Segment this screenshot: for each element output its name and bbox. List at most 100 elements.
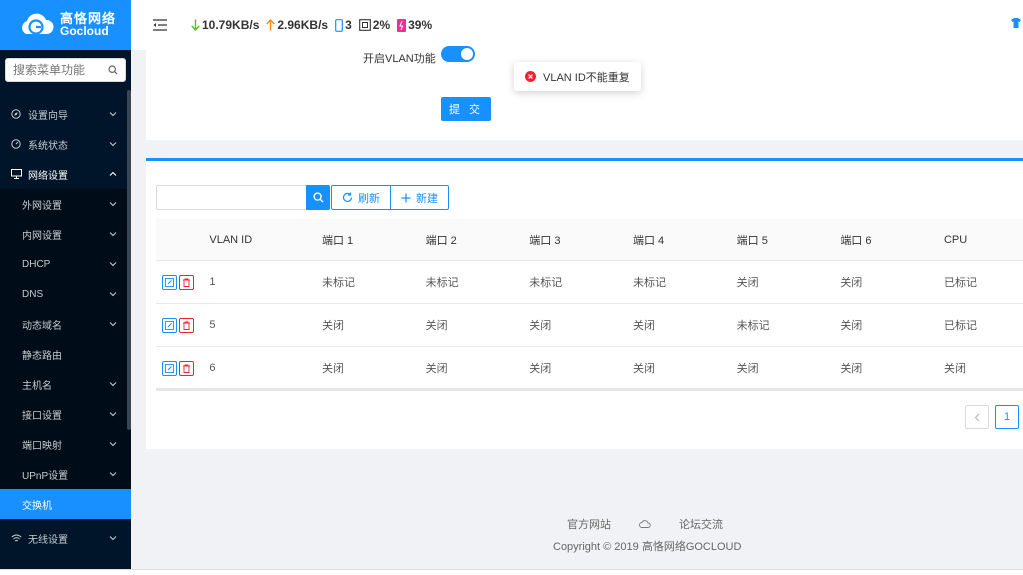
- chevron-down-icon: [109, 382, 117, 387]
- chevron-up-icon: [109, 171, 117, 176]
- forum-link[interactable]: 论坛交流: [679, 516, 723, 532]
- sidebar-item-system-status[interactable]: 系统状态: [0, 129, 131, 159]
- prev-page-button[interactable]: [965, 405, 989, 429]
- sidebar-item-label: 系统状态: [28, 140, 68, 152]
- sidebar-item-ddns[interactable]: 动态域名: [0, 309, 131, 339]
- cell-vlan-id: 5: [209, 319, 216, 331]
- vlan-switch-label: 开启VLAN功能: [363, 53, 436, 65]
- sidebar-item-hostname[interactable]: 主机名: [0, 369, 131, 399]
- menu-search-input[interactable]: [13, 63, 108, 77]
- search-icon[interactable]: [108, 65, 118, 75]
- header-cpu: CPU: [943, 233, 968, 246]
- table-search-button[interactable]: [306, 185, 330, 210]
- trash-icon: [183, 321, 190, 330]
- submit-button[interactable]: 提 交: [441, 97, 491, 121]
- menu-fold-icon[interactable]: [153, 19, 167, 31]
- footer-links: 官方网站 论坛交流: [567, 516, 723, 532]
- chevron-down-icon: [109, 472, 117, 477]
- sidebar-item-wireless[interactable]: 无线设置: [0, 523, 131, 553]
- error-icon: [525, 71, 536, 82]
- sidebar-item-port-mapping[interactable]: 端口映射: [0, 429, 131, 459]
- bottom-status-strip: [0, 569, 1023, 575]
- cpu-usage-value: 2%: [372, 18, 391, 32]
- device-count-value: 3: [345, 18, 352, 32]
- new-label: 新建: [416, 192, 438, 205]
- cell-port-3: 关闭: [529, 363, 552, 375]
- cell-vlan-id: 1: [209, 276, 216, 288]
- delete-button[interactable]: [179, 360, 194, 376]
- cell-port-1: 未标记: [321, 277, 355, 289]
- cpu-usage: 2%: [358, 18, 391, 32]
- cell-port-6: 关闭: [840, 277, 863, 289]
- table-toolbar: 刷新 新建: [156, 185, 449, 210]
- trash-icon: [183, 278, 190, 287]
- brand-logo[interactable]: 高恪网络 Gocloud: [0, 0, 131, 50]
- sidebar-item-lan[interactable]: 内网设置: [0, 219, 131, 249]
- chevron-left-icon: [974, 413, 979, 421]
- tshirt-icon[interactable]: [1011, 18, 1021, 28]
- menu-search-box[interactable]: [5, 58, 126, 82]
- sidebar-item-dns[interactable]: DNS: [0, 279, 131, 309]
- chevron-down-icon: [109, 536, 117, 541]
- cell-port-3: 未标记: [529, 277, 563, 289]
- chevron-down-icon: [109, 202, 117, 207]
- header-vlan-id: VLAN ID: [209, 233, 253, 246]
- sidebar-item-label: 主机名: [22, 380, 52, 392]
- table-horizontal-scrollbar[interactable]: [156, 388, 1023, 391]
- sidebar-item-network-settings[interactable]: 网络设置: [0, 159, 131, 189]
- edit-button[interactable]: [162, 317, 177, 333]
- plus-icon: [401, 193, 411, 202]
- upload-speed: 2.96KB/s: [266, 18, 328, 32]
- cell-port-6: 关闭: [840, 363, 863, 375]
- sidebar-item-upnp[interactable]: UPnP设置: [0, 459, 131, 489]
- table-row: 6 关闭 关闭 关闭 关闭 关闭 关闭 关闭: [156, 347, 1023, 390]
- cell-cpu: 已标记: [943, 277, 977, 289]
- sidebar-item-interface[interactable]: 接口设置: [0, 399, 131, 429]
- sidebar-scrollbar[interactable]: [127, 90, 131, 430]
- sidebar-item-static-route[interactable]: 静态路由: [0, 339, 131, 369]
- sidebar-item-label: 网络设置: [28, 170, 68, 182]
- sidebar-item-label: DHCP: [22, 258, 51, 270]
- new-button[interactable]: 新建: [391, 185, 449, 210]
- memory-usage: 39%: [397, 18, 432, 32]
- device-count: 3: [335, 18, 352, 32]
- delete-button[interactable]: [179, 274, 194, 290]
- error-toast: VLAN ID不能重复: [514, 62, 641, 91]
- trash-icon: [183, 364, 190, 373]
- wifi-icon: [10, 532, 22, 544]
- delete-button[interactable]: [179, 317, 194, 333]
- table-row: 5 关闭 关闭 关闭 关闭 未标记 关闭 已标记: [156, 304, 1023, 347]
- vlan-table: VLAN ID 端口 1 端口 2 端口 3 端口 4 端口 5 端口 6 CP…: [156, 219, 1023, 390]
- chevron-down-icon: [109, 292, 117, 297]
- sidebar-item-label: 动态域名: [22, 320, 62, 332]
- header-port-1: 端口 1: [321, 234, 354, 247]
- arrow-down-icon: [191, 19, 200, 31]
- sidebar-item-dhcp[interactable]: DHCP: [0, 249, 131, 279]
- official-site-link[interactable]: 官方网站: [567, 516, 611, 532]
- chevron-down-icon: [109, 232, 117, 237]
- vlan-enable-toggle[interactable]: [441, 46, 475, 62]
- table-search-input[interactable]: [156, 185, 306, 210]
- chevron-down-icon: [109, 262, 117, 267]
- memory-icon: [397, 18, 407, 32]
- chevron-down-icon: [109, 322, 117, 327]
- edit-button[interactable]: [162, 274, 177, 290]
- cell-port-6: 关闭: [840, 320, 863, 332]
- toast-message: VLAN ID不能重复: [543, 71, 630, 84]
- sidebar-item-switch[interactable]: 交换机: [0, 489, 131, 519]
- refresh-button[interactable]: 刷新: [331, 185, 391, 210]
- sidebar-item-setup-wizard[interactable]: 设置向导: [0, 99, 131, 129]
- cpu-icon: [358, 19, 371, 31]
- upload-speed-value: 2.96KB/s: [277, 18, 329, 32]
- pagination: 1: [959, 405, 1019, 429]
- sidebar-item-wan[interactable]: 外网设置: [0, 189, 131, 219]
- sidebar-menu: 设置向导 系统状态 网络设置 外网设置 内网设置 DHCP DNS 动态域名 静…: [0, 99, 131, 553]
- chevron-down-icon: [109, 442, 117, 447]
- status-stats: 10.79KB/s 2.96KB/s 3 2% 39%: [191, 18, 439, 32]
- sidebar: 高恪网络 Gocloud 设置向导 系统状态 网络设置 外网设置: [0, 0, 131, 575]
- compass-icon: [10, 108, 22, 120]
- phone-icon: [335, 18, 343, 32]
- sidebar-item-label: 交换机: [22, 500, 52, 512]
- edit-button[interactable]: [162, 360, 177, 376]
- page-number-button[interactable]: 1: [995, 405, 1019, 429]
